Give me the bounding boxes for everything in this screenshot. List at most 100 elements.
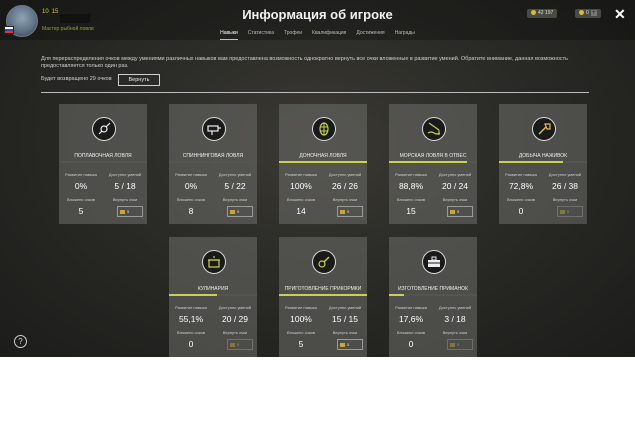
refund-label: Вернуть очки [442, 330, 468, 335]
refund-skill-button[interactable]: 5 [557, 206, 583, 217]
skill-progress-bar [169, 294, 257, 296]
coin-icon [230, 342, 235, 347]
tab-1[interactable]: Статистика [248, 30, 274, 39]
skill-progress-bar [59, 161, 147, 163]
coin-icon [340, 342, 345, 347]
refund-cost: 5 [127, 209, 130, 214]
tackle-box-icon [422, 250, 446, 274]
avail-label: Доступно умений [328, 172, 362, 177]
skill-card[interactable]: МОРСКАЯ ЛОВЛЯ В ОТВЕС Развитие навыка Дост… [389, 104, 477, 224]
skill-name: МОРСКАЯ ЛОВЛЯ В ОТВЕС [399, 153, 467, 159]
coin-icon [450, 209, 455, 214]
skill-progress-bar [279, 161, 367, 163]
refund-skill-button[interactable]: 5 [337, 206, 363, 217]
skill-available: 5 / 22 [224, 181, 246, 191]
shovel-icon [532, 117, 556, 141]
skill-progress: 55,1% [178, 314, 204, 324]
skill-name: ДОНОЧНАЯ ЛОВЛЯ [299, 153, 347, 159]
skill-name: ПРИГОТОВЛЕНИЕ ПРИКОРМКИ [284, 286, 362, 292]
skill-available: 5 / 18 [114, 181, 136, 191]
refund-cost: 5 [457, 342, 460, 347]
avail-label: Доступно умений [218, 305, 252, 310]
invested-label: Вложено очков [176, 330, 206, 335]
close-button[interactable]: ✕ [614, 6, 626, 23]
refund-label: Вернуть очки [222, 330, 248, 335]
refund-skill-button[interactable]: 5 [337, 339, 363, 350]
gold-value: 0 [586, 10, 589, 16]
refund-skill-button[interactable]: 5 [227, 206, 253, 217]
refund-skill-button[interactable]: 5 [117, 206, 143, 217]
coin-icon [450, 342, 455, 347]
coin-icon [120, 209, 125, 214]
skill-progress-bar [169, 161, 257, 163]
top-bar: 10 15 Мастер рыбной ловли Информация об и… [0, 0, 635, 40]
tab-3[interactable]: Квалификация [312, 30, 346, 39]
refund-skill-button[interactable]: 5 [447, 206, 473, 217]
sea-icon [422, 117, 446, 141]
refund-label: Вернуть очки [332, 197, 358, 202]
invested-label: Вложено очков [176, 197, 206, 202]
skill-progress: 100% [290, 181, 312, 191]
skill-name: КУЛИНАРИЯ [197, 286, 229, 292]
reset-skills-button[interactable]: Вернуть [118, 74, 160, 86]
tab-0[interactable]: Навыки [220, 30, 238, 40]
float-icon [92, 117, 116, 141]
avail-label: Доступно умений [108, 172, 142, 177]
skill-invested: 5 [298, 339, 304, 349]
avail-label: Доступно умений [328, 305, 362, 310]
skill-card[interactable]: ДОНОЧНАЯ ЛОВЛЯ Развитие навыка Доступно ум… [279, 104, 367, 224]
skill-progress: 88,8% [398, 181, 424, 191]
skill-progress-bar [279, 294, 367, 296]
skill-card[interactable]: ИЗГОТОВЛЕНИЕ ПРИМАНОК Развитие навыка Дост… [389, 237, 477, 357]
skill-invested: 0 [518, 206, 524, 216]
refund-text: Будет возвращено 29 очков [41, 76, 112, 82]
refund-label: Вернуть очки [222, 197, 248, 202]
skill-invested: 0 [188, 339, 194, 349]
refund-label: Вернуть очки [442, 197, 468, 202]
refund-skill-button[interactable]: 5 [447, 339, 473, 350]
dev-label: Развитие навыка [285, 172, 317, 177]
tab-5[interactable]: Награды [395, 30, 415, 39]
skill-invested: 15 [406, 206, 416, 216]
skill-available: 3 / 18 [444, 314, 466, 324]
coin-icon [531, 10, 536, 16]
currency-value: 42 197 [538, 10, 554, 16]
skill-progress: 17,6% [398, 314, 424, 324]
groundbait-icon [312, 250, 336, 274]
skill-card[interactable]: СПИННИНГОВАЯ ЛОВЛЯ Развитие навыка Доступн… [169, 104, 257, 224]
skill-progress-bar [389, 294, 477, 296]
currency-counter: 42 197 [527, 9, 558, 18]
refund-cost: 5 [457, 209, 460, 214]
dev-label: Развитие навыка [395, 172, 427, 177]
skill-available: 26 / 38 [552, 181, 578, 191]
tab-2[interactable]: Трофеи [284, 30, 302, 39]
skill-card[interactable]: КУЛИНАРИЯ Развитие навыка Доступно умений 5… [169, 237, 257, 357]
game-window: 10 15 Мастер рыбной ловли Информация об и… [0, 0, 635, 357]
add-gold-button[interactable]: + [590, 9, 597, 16]
reel-icon [202, 117, 226, 141]
dev-label: Развитие навыка [175, 305, 207, 310]
skill-card[interactable]: ПОПЛАВОЧНАЯ ЛОВЛЯ Развитие навыка Доступно… [59, 104, 147, 224]
refund-label: Вернуть очки [552, 197, 578, 202]
skill-card[interactable]: ДОБЫЧА НАЖИВОК Развитие навыка Доступно ум… [499, 104, 587, 224]
skill-name: ПОПЛАВОЧНАЯ ЛОВЛЯ [74, 153, 132, 159]
skill-invested: 0 [408, 339, 414, 349]
divider [41, 92, 589, 93]
skill-card[interactable]: ПРИГОТОВЛЕНИЕ ПРИКОРМКИ Развитие навыка До… [279, 237, 367, 357]
skill-progress: 0% [184, 181, 198, 191]
tab-4[interactable]: Достижения [356, 30, 384, 39]
skill-progress: 72,8% [508, 181, 534, 191]
invested-label: Вложено очков [396, 330, 426, 335]
refund-skill-button[interactable]: 5 [227, 339, 253, 350]
help-button[interactable]: ? [14, 335, 27, 348]
skill-progress: 0% [74, 181, 88, 191]
refund-cost: 5 [237, 342, 240, 347]
skill-name: ДОБЫЧА НАЖИВОК [518, 153, 568, 159]
invested-label: Вложено очков [286, 197, 316, 202]
refund-label: Вернуть очки [112, 197, 138, 202]
dev-label: Развитие навыка [65, 172, 97, 177]
invested-label: Вложено очков [506, 197, 536, 202]
skill-progress-bar [499, 161, 587, 163]
coin-icon [340, 209, 345, 214]
avail-label: Доступно умений [438, 172, 472, 177]
